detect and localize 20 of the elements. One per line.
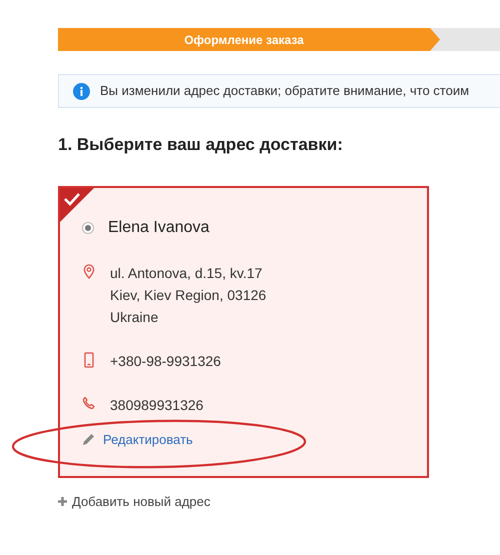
phone-icon [82, 396, 96, 410]
pencil-icon [82, 432, 95, 446]
contact-text: Ukraine [110, 308, 160, 326]
section-heading: 1. Выберите ваш адрес доставки: [58, 134, 344, 156]
contact-text: Kiev, Kiev Region, 03126 [110, 286, 266, 305]
step-arrow-icon [430, 28, 440, 51]
plus-icon [58, 496, 67, 506]
info-icon [73, 82, 90, 100]
recipient-name: Elena Ivanova [108, 218, 210, 238]
address-card[interactable]: Elena Ivanova ul. Antonova, d.15, kv.17 Kiev, Kiev Region, 03126 Ukraine +380-98-9931326 380989931326 Редактировать [58, 186, 429, 478]
add-address-link[interactable]: Добавить новый адрес [72, 492, 210, 511]
edit-link[interactable]: Редактировать [103, 430, 193, 449]
selected-corner-icon [60, 188, 94, 222]
mobile-phone-icon [84, 352, 94, 368]
radio-button[interactable] [82, 222, 94, 234]
notice-text: Вы изменили адрес доставки; обратите внимание, что стоим [100, 82, 470, 100]
location-pin-icon [83, 264, 95, 278]
contact-text: +380-98-9931326 [110, 352, 221, 370]
contact-text: 380989931326 [110, 396, 204, 414]
contact-text: ul. Antonova, d.15, kv.17 [110, 264, 264, 282]
